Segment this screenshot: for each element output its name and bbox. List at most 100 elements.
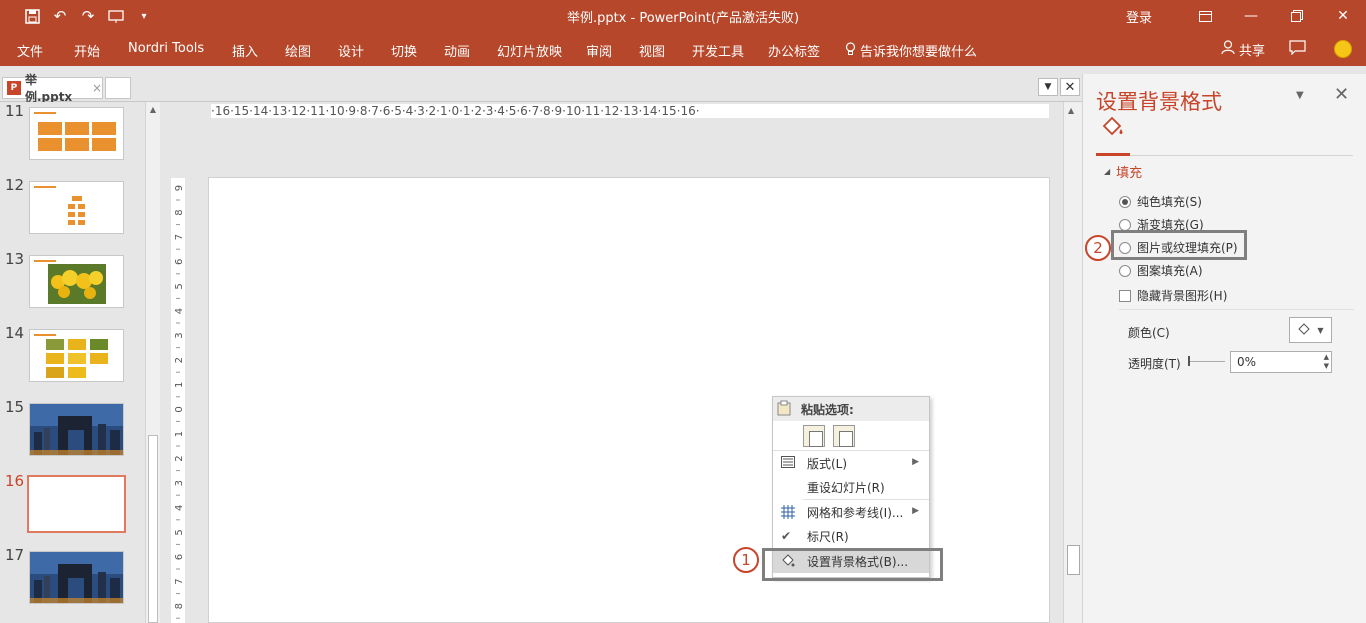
menu-item-ruler[interactable]: ✔ 标尺(R) <box>773 524 929 548</box>
thumbnail-scrollbar[interactable]: ▲ <box>145 102 160 623</box>
submenu-arrow-icon: ▶ <box>912 457 919 467</box>
horizontal-ruler: ·16·15·14·13·12·11·10·9·8·7·6·5·4·3·2·1·… <box>211 104 1049 118</box>
solid-fill-option[interactable]: 纯色填充(S) <box>1119 193 1202 210</box>
slide-number: 15 <box>5 398 25 416</box>
document-menu-dropdown-icon[interactable]: ▼ <box>1038 78 1058 96</box>
menu-item-grid-guides[interactable]: 网格和参考线(I)... ▶ <box>773 500 929 524</box>
scroll-up-icon[interactable]: ▲ <box>1068 106 1074 115</box>
tab-office-tab[interactable]: 办公标签 <box>768 41 820 60</box>
slide-thumbnail-11[interactable] <box>29 107 124 160</box>
paste-use-destination-theme-icon[interactable] <box>803 424 825 447</box>
ruler-tick-label: 5 <box>174 283 185 289</box>
tab-view[interactable]: 视图 <box>639 41 665 60</box>
spinner-arrows-icon[interactable]: ▲ ▼ <box>1324 353 1329 371</box>
slide-thumbnail-17[interactable] <box>29 551 124 604</box>
hide-background-graphics-checkbox[interactable] <box>1119 289 1131 302</box>
title-bar: ↶ ↷ ▾ 举例.pptx - PowerPoint(产品激活失败) 登录 — … <box>0 0 1366 32</box>
ruler-tick-label: 8 <box>174 603 185 609</box>
close-window-icon[interactable]: ✕ <box>1320 0 1366 32</box>
slide-number: 14 <box>5 324 25 342</box>
share-button[interactable]: 共享 <box>1221 40 1265 59</box>
tab-slideshow[interactable]: 幻灯片放映 <box>497 41 562 60</box>
slide-number: 11 <box>5 102 25 120</box>
ruler-tick-label: 3 <box>174 332 185 338</box>
menu-item-label: 版式(L) <box>807 456 848 471</box>
pattern-fill-radio[interactable] <box>1119 264 1131 277</box>
paste-options-icons <box>773 421 929 451</box>
ruler-tick-label: 5 <box>174 529 185 535</box>
transparency-slider[interactable] <box>1188 356 1225 366</box>
ruler-tick-label: 2 <box>174 357 185 363</box>
tab-animations[interactable]: 动画 <box>444 41 470 60</box>
option-label: 隐藏背景图形(H) <box>1137 289 1228 303</box>
paste-options-header: 粘贴选项: <box>773 397 929 421</box>
hide-background-graphics-option[interactable]: 隐藏背景图形(H) <box>1119 287 1227 304</box>
tab-nordri-tools[interactable]: Nordri Tools <box>128 41 204 56</box>
tab-draw[interactable]: 绘图 <box>285 41 311 60</box>
vertical-ruler: 9 8 7 6 5 4 3 2 1 0 1 2 3 4 5 6 7 8 <box>171 178 185 623</box>
editor-vertical-scrollbar[interactable]: ▲ <box>1063 102 1082 623</box>
tell-me-label: 告诉我你想要做什么 <box>860 45 978 60</box>
ruler-tick-label: 6 <box>174 259 185 265</box>
restore-icon[interactable] <box>1274 0 1320 32</box>
pane-tab-active-indicator <box>1096 153 1130 156</box>
pane-tab-underline <box>1096 155 1353 156</box>
minimize-icon[interactable]: — <box>1228 0 1274 32</box>
tab-file[interactable]: 文件 <box>17 41 43 60</box>
ruler-tick-label: 4 <box>174 308 185 314</box>
document-tab[interactable]: P 举例.pptx × <box>2 73 103 104</box>
tell-me-search[interactable]: 告诉我你想要做什么 <box>845 41 977 60</box>
color-picker-button[interactable]: ▼ <box>1289 317 1332 343</box>
tab-design[interactable]: 设计 <box>338 41 364 60</box>
paste-options-label: 粘贴选项: <box>801 402 854 417</box>
slide-thumbnail-13[interactable] <box>29 255 124 308</box>
clipboard-icon <box>777 400 791 419</box>
ruler-tick-label: 1 <box>174 431 185 437</box>
menu-item-reset-slide[interactable]: 重设幻灯片(R) <box>773 475 929 499</box>
slide-thumbnail-pane[interactable]: 11 12 13 14 15 16 17 <box>0 102 145 623</box>
submenu-arrow-icon: ▶ <box>912 506 919 516</box>
slide-thumbnail-14[interactable] <box>29 329 124 382</box>
transparency-value: 0% <box>1237 355 1257 369</box>
slide-thumbnail-15[interactable] <box>29 403 124 456</box>
slide-number: 13 <box>5 250 25 268</box>
tab-developer[interactable]: 开发工具 <box>692 41 744 60</box>
step-callout-2: 2 <box>1085 235 1111 261</box>
transparency-label: 透明度(T) <box>1128 357 1181 371</box>
slider-knob[interactable] <box>1188 356 1190 366</box>
format-background-pane: 设置背景格式 ▼ ✕ ◢ 填充 纯色填充(S) 渐变填充(G) 图片或纹理填充(… <box>1082 74 1366 623</box>
menu-item-layout[interactable]: 版式(L) ▶ <box>773 451 929 475</box>
menu-item-label: 标尺(R) <box>807 529 849 544</box>
ruler-tick-label: 7 <box>174 578 185 584</box>
slide-thumbnail-12[interactable] <box>29 181 124 234</box>
paste-as-picture-icon[interactable] <box>833 424 855 447</box>
ribbon-display-options-icon[interactable] <box>1182 0 1228 32</box>
pane-options-dropdown-icon[interactable]: ▼ <box>1296 90 1304 101</box>
document-close-icon[interactable]: ✕ <box>1060 78 1080 96</box>
pane-close-icon[interactable]: ✕ <box>1334 84 1349 105</box>
transparency-input[interactable]: 0% ▲ ▼ <box>1230 351 1332 373</box>
scrollbar-thumb[interactable] <box>148 435 158 623</box>
login-link[interactable]: 登录 <box>1126 7 1152 26</box>
document-tab-bar: P 举例.pptx × <box>0 73 1082 104</box>
slide-thumbnail-16[interactable] <box>27 475 126 533</box>
scroll-up-icon[interactable]: ▲ <box>148 105 158 115</box>
fill-section-header[interactable]: ◢ 填充 <box>1104 162 1142 181</box>
new-document-tab[interactable] <box>105 77 131 99</box>
tab-review[interactable]: 审阅 <box>586 41 612 60</box>
comment-icon[interactable] <box>1289 40 1306 59</box>
feedback-smiley-icon[interactable] <box>1334 40 1352 58</box>
tab-transitions[interactable]: 切换 <box>391 41 417 60</box>
option-label: 图案填充(A) <box>1137 264 1203 278</box>
pattern-fill-option[interactable]: 图案填充(A) <box>1119 262 1203 279</box>
tab-insert[interactable]: 插入 <box>232 41 258 60</box>
gradient-fill-radio[interactable] <box>1119 218 1131 231</box>
pptx-file-icon: P <box>7 81 21 95</box>
menu-item-label: 网格和参考线(I)... <box>807 505 904 520</box>
document-tab-close-icon[interactable]: × <box>92 81 102 95</box>
fill-paint-bucket-icon[interactable] <box>1101 116 1125 138</box>
tab-home[interactable]: 开始 <box>74 41 100 60</box>
scrollbar-thumb[interactable] <box>1067 545 1080 575</box>
ruler-tick-label: 9 <box>174 185 185 191</box>
solid-fill-radio[interactable] <box>1119 195 1131 208</box>
